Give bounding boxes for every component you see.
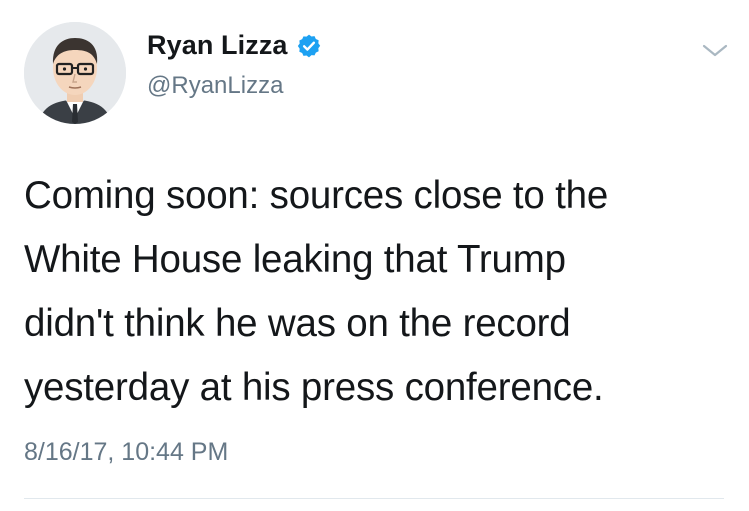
chevron-down-icon[interactable]	[700, 38, 730, 62]
user-handle[interactable]: @RyanLizza	[147, 72, 283, 100]
cartoon-man-glasses-avatar-icon	[24, 22, 126, 124]
display-name[interactable]: Ryan Lizza	[147, 30, 288, 61]
tweet-card: Ryan Lizza @RyanLizza Coming soon: sourc…	[0, 0, 749, 511]
tweet-text: Coming soon: sources close to the White …	[24, 174, 609, 409]
author-name-row: Ryan Lizza	[147, 30, 322, 61]
verified-badge-icon	[296, 33, 322, 59]
avatar[interactable]	[24, 22, 126, 124]
tweet-timestamp[interactable]: 8/16/17, 10:44 PM	[24, 438, 228, 467]
divider	[24, 498, 724, 499]
